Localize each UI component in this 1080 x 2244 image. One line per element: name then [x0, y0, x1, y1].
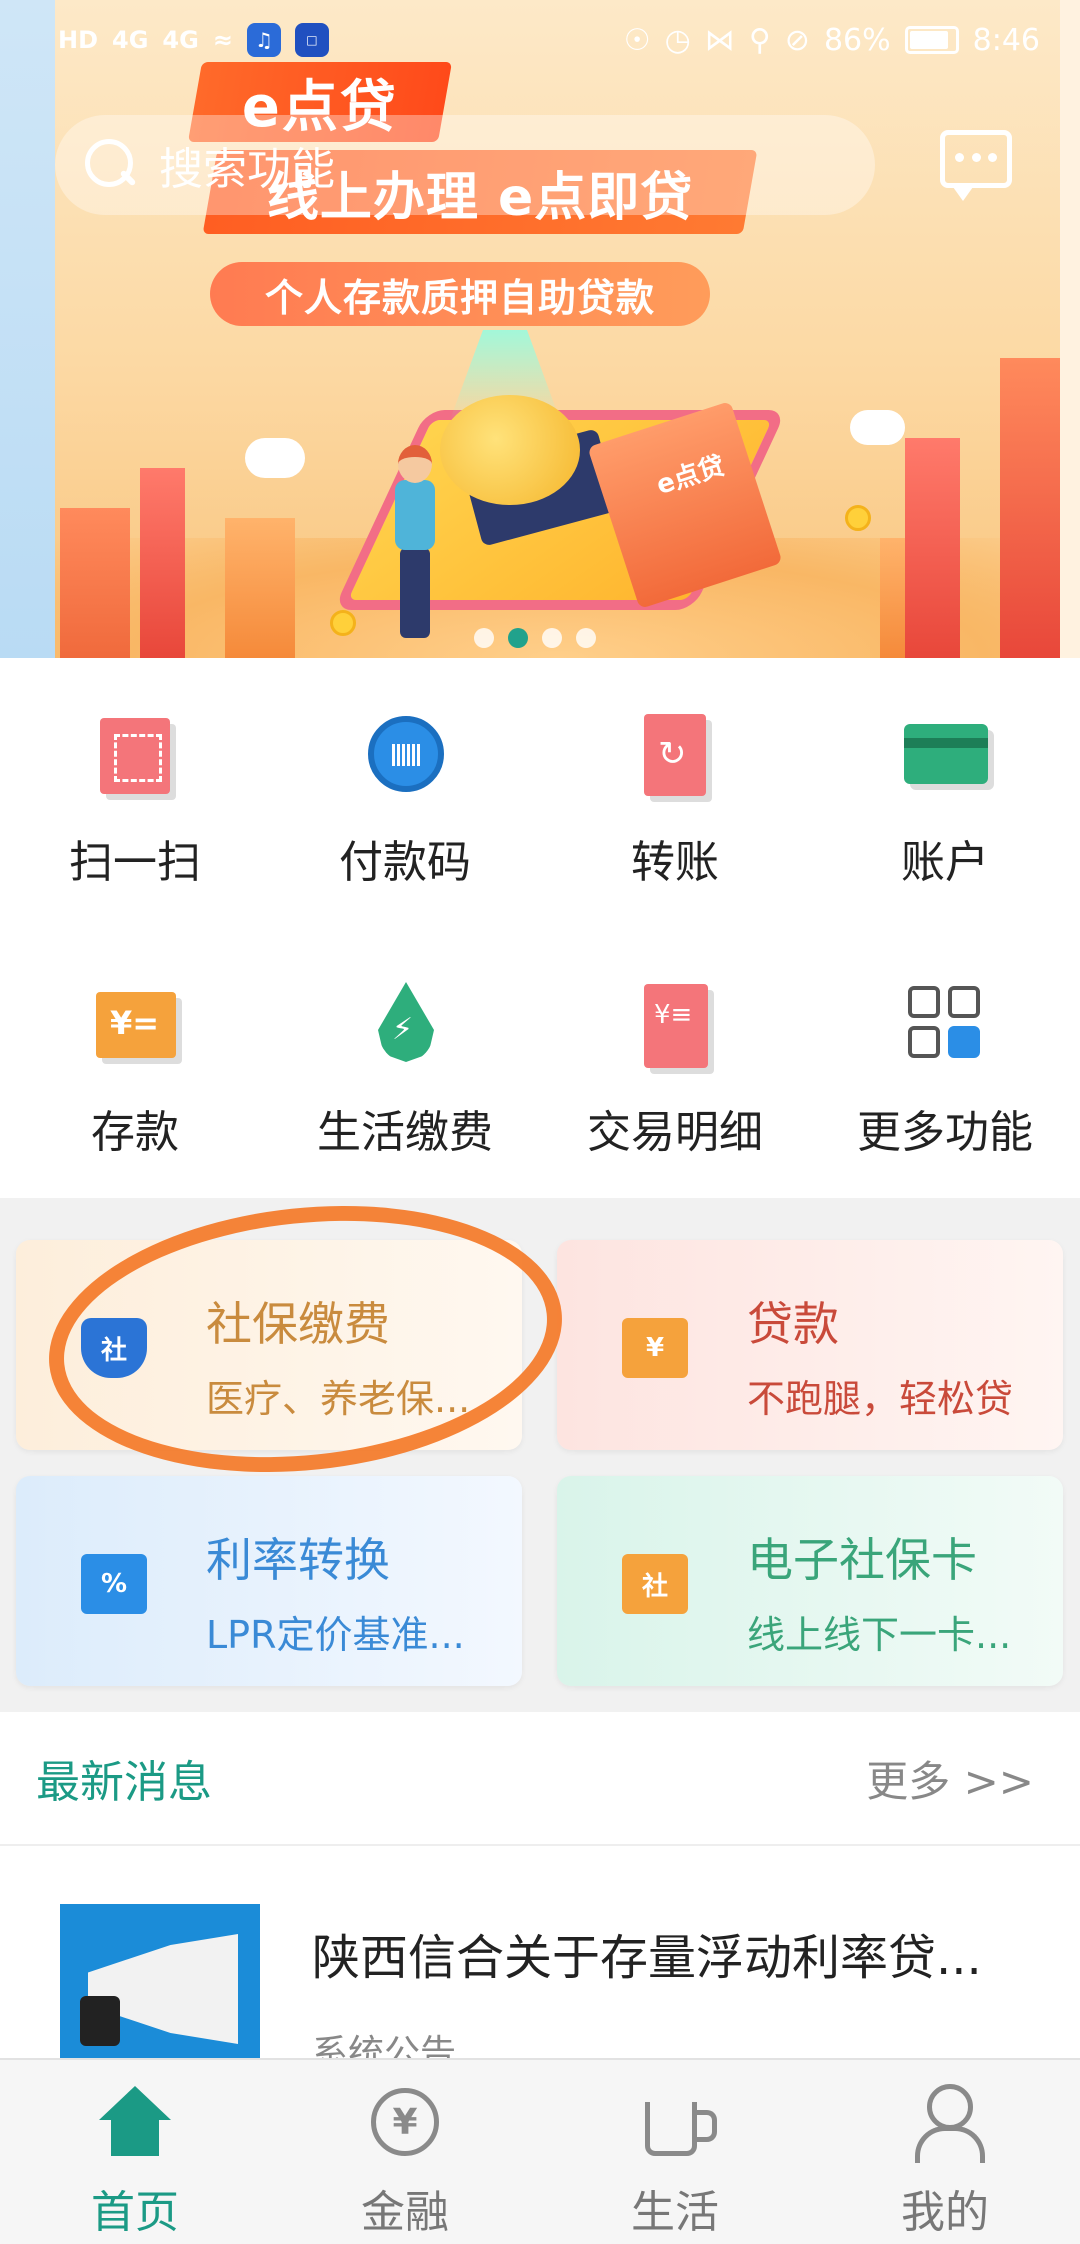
piggy-bank-illustration	[440, 395, 580, 505]
signal-icon: 4G	[162, 26, 199, 54]
yuan-coin-icon	[365, 2082, 445, 2162]
promo-subtitle: 不跑腿，轻松贷	[747, 1377, 1014, 1421]
music-app-icon: ♫	[246, 23, 281, 57]
grid-item-pay-code[interactable]: 付款码	[270, 658, 540, 898]
grid-label: 账户	[901, 837, 989, 888]
tab-label: 我的	[901, 2187, 989, 2238]
scan-icon	[90, 708, 180, 798]
tab-me[interactable]: 我的	[810, 2060, 1080, 2244]
building-illustration	[1000, 358, 1060, 658]
transfer-icon	[630, 708, 720, 798]
tab-finance[interactable]: 金融	[270, 2060, 540, 2244]
building-illustration	[140, 468, 185, 658]
coin-illustration	[330, 610, 356, 636]
eye-icon: ☉	[623, 22, 651, 58]
coin-illustration	[845, 505, 871, 531]
carousel-dot-active[interactable]	[508, 628, 528, 648]
id-card-icon: 社	[622, 1554, 688, 1614]
grid-item-utilities[interactable]: 生活缴费	[270, 928, 540, 1168]
grid-item-transactions[interactable]: 交易明细	[540, 928, 810, 1168]
grid-item-more[interactable]: 更多功能	[810, 928, 1080, 1168]
banner-side-strip	[0, 0, 55, 658]
carousel-indicator	[474, 628, 596, 648]
search-placeholder: 搜索功能	[159, 144, 335, 195]
bottom-tab-bar: 首页 金融 生活 我的	[0, 2058, 1080, 2244]
promo-subtitle: 线上线下一卡...	[747, 1613, 1012, 1657]
wifi-icon: ≈	[212, 26, 233, 54]
news-section-title: 最新消息	[36, 1757, 212, 1808]
network-type: HD	[58, 26, 99, 54]
grid-item-transfer[interactable]: 转账	[540, 658, 810, 898]
grid-item-account[interactable]: 账户	[810, 658, 1080, 898]
banner-side-strip	[1060, 0, 1080, 658]
status-bar: HD 4G 4G ≈ ♫ □ ☉ ◷ ⋈ ⚲ ⊘ 86% 8:46	[0, 0, 1080, 80]
barcode-icon	[360, 708, 450, 798]
tab-label: 生活	[631, 2187, 719, 2238]
tab-label: 金融	[361, 2187, 449, 2238]
grid-label: 付款码	[339, 837, 471, 888]
search-icon	[85, 139, 137, 191]
tab-life[interactable]: 生活	[540, 2060, 810, 2244]
home-icon	[95, 2082, 175, 2162]
building-illustration	[60, 508, 130, 658]
water-drop-icon	[360, 978, 450, 1068]
carousel-dot[interactable]	[576, 628, 596, 648]
cloud-illustration	[245, 438, 305, 478]
signal-icon: 4G	[112, 26, 149, 54]
promo-card-loan[interactable]: ¥ 贷款 不跑腿，轻松贷	[557, 1240, 1063, 1450]
grid-label: 存款	[91, 1107, 179, 1158]
receipt-icon	[630, 978, 720, 1068]
banner-carousel[interactable]: e点贷 线上办理 e点即贷 个人存款质押自助贷款 e点贷	[0, 0, 1080, 658]
grid-item-deposit[interactable]: 存款	[0, 928, 270, 1168]
person-illustration	[395, 480, 435, 550]
tab-label: 首页	[91, 2187, 179, 2238]
grid-label: 更多功能	[857, 1107, 1033, 1158]
apps-grid-icon	[900, 978, 990, 1068]
grid-label: 交易明细	[587, 1107, 763, 1158]
carousel-dot[interactable]	[474, 628, 494, 648]
percent-icon: %	[81, 1554, 147, 1614]
location-icon: ⚲	[748, 22, 771, 58]
person-illustration	[398, 445, 432, 483]
building-illustration	[225, 518, 295, 658]
quick-function-grid: 扫一扫 付款码 转账 账户 存款 生活缴费 交易明细 更多功能	[0, 658, 1080, 1198]
bluetooth-icon: ⋈	[704, 22, 735, 58]
promo-title: 利率转换	[206, 1533, 390, 1587]
grid-item-scan[interactable]: 扫一扫	[0, 658, 270, 898]
search-bar[interactable]: 搜索功能	[55, 115, 875, 215]
cloud-illustration	[850, 410, 905, 445]
promo-subtitle: LPR定价基准...	[206, 1613, 465, 1657]
mute-icon: ⊘	[784, 22, 810, 58]
coffee-cup-icon	[635, 2082, 717, 2162]
tab-home[interactable]: 首页	[0, 2060, 270, 2244]
news-category: 系统公告	[312, 2033, 457, 2058]
user-icon	[905, 2082, 985, 2163]
banner-tagline: 个人存款质押自助贷款	[210, 262, 710, 326]
alarm-icon: ◷	[664, 22, 691, 58]
deposit-icon	[90, 978, 180, 1068]
news-more-link[interactable]: 更多 >>	[866, 1748, 1034, 1809]
promo-title: 电子社保卡	[747, 1533, 977, 1587]
grid-label: 转账	[631, 837, 719, 888]
carousel-dot[interactable]	[542, 628, 562, 648]
money-card-icon: ¥	[622, 1318, 688, 1378]
grid-label: 扫一扫	[69, 837, 201, 888]
person-illustration	[400, 548, 430, 638]
news-list-item[interactable]: 陕西信合关于存量浮动利率贷... 系统公告	[0, 1848, 1080, 2058]
promo-card-e-social-card[interactable]: 社 电子社保卡 线上线下一卡...	[557, 1476, 1063, 1686]
promo-card-rate-conversion[interactable]: % 利率转换 LPR定价基准...	[16, 1476, 522, 1686]
battery-icon	[904, 26, 959, 54]
clock-time: 8:46	[972, 22, 1040, 58]
megaphone-icon	[60, 1904, 260, 2058]
battery-percent: 86%	[823, 22, 891, 58]
app-notification-icon: □	[294, 23, 329, 57]
news-headline: 陕西信合关于存量浮动利率贷...	[312, 1930, 982, 1986]
news-header: 最新消息 更多 >>	[0, 1712, 1080, 1846]
message-icon[interactable]	[940, 130, 1012, 201]
promo-title: 贷款	[747, 1297, 839, 1351]
bank-card-icon	[900, 708, 990, 798]
grid-label: 生活缴费	[317, 1107, 493, 1158]
building-illustration	[905, 438, 960, 658]
